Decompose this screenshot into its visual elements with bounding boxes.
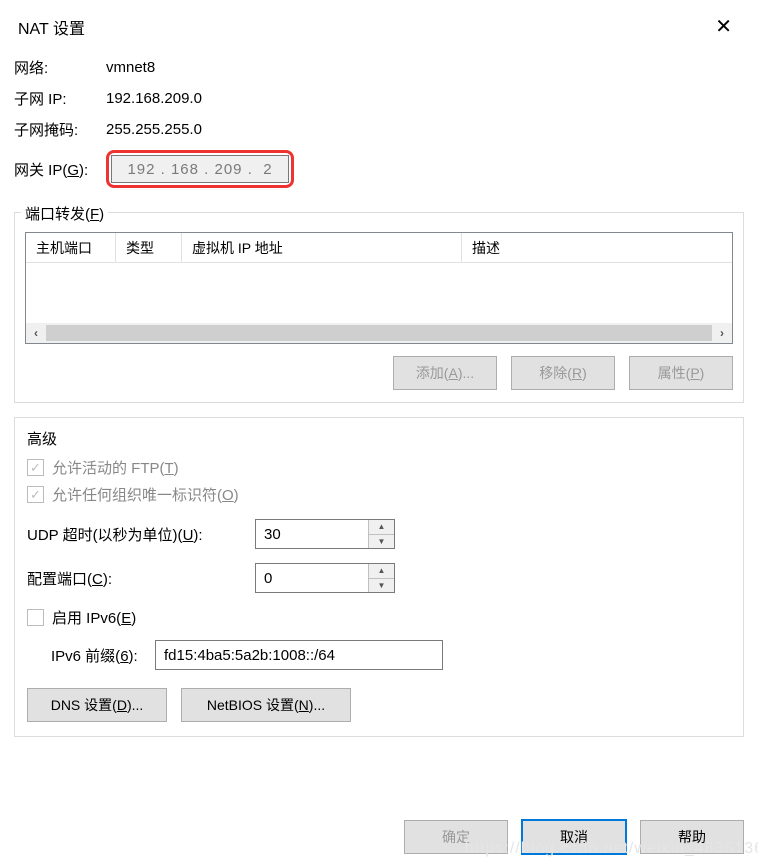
config-port-spinner[interactable]: ▲ ▼: [255, 563, 395, 593]
gateway-ip-input[interactable]: [111, 155, 289, 183]
checkbox-checked-icon[interactable]: ✓: [27, 459, 44, 476]
network-value: vmnet8: [106, 59, 155, 76]
udp-timeout-spinner[interactable]: ▲ ▼: [255, 519, 395, 549]
subnet-mask-value: 255.255.255.0: [106, 121, 202, 138]
spinner-up-icon[interactable]: ▲: [369, 564, 394, 579]
scroll-right-icon[interactable]: ›: [712, 323, 732, 343]
spinner-up-icon[interactable]: ▲: [369, 520, 394, 535]
scroll-track[interactable]: [46, 325, 712, 341]
properties-button[interactable]: 属性(P): [629, 356, 733, 390]
advanced-group: 高级 ✓ 允许活动的 FTP(T) ✓ 允许任何组织唯一标识符(O) UDP 超…: [14, 417, 744, 737]
gateway-highlight: [106, 150, 294, 188]
port-forward-table[interactable]: 主机端口 类型 虚拟机 IP 地址 描述 ‹ ›: [25, 232, 733, 344]
close-icon[interactable]: ✕: [707, 10, 740, 43]
gateway-ip-label: 网关 IP(G):: [14, 159, 106, 180]
enable-ipv6-row[interactable]: ✓ 启用 IPv6(E): [27, 607, 731, 628]
network-label: 网络:: [14, 57, 106, 78]
udp-timeout-input[interactable]: [256, 520, 368, 548]
spinner-down-icon[interactable]: ▼: [369, 535, 394, 549]
netbios-settings-button[interactable]: NetBIOS 设置(N)...: [181, 688, 351, 722]
cancel-button[interactable]: 取消: [522, 820, 626, 854]
port-forward-legend: 端口转发(F): [21, 203, 108, 224]
checkbox-checked-icon[interactable]: ✓: [27, 486, 44, 503]
dns-settings-button[interactable]: DNS 设置(D)...: [27, 688, 167, 722]
help-button[interactable]: 帮助: [640, 820, 744, 854]
udp-timeout-label: UDP 超时(以秒为单位)(U):: [27, 524, 255, 545]
port-forward-group: 端口转发(F) 主机端口 类型 虚拟机 IP 地址 描述 ‹ › 添加(A)..…: [14, 212, 744, 403]
scroll-left-icon[interactable]: ‹: [26, 323, 46, 343]
config-port-label: 配置端口(C):: [27, 568, 255, 589]
ipv6-prefix-input[interactable]: [155, 640, 443, 670]
subnet-ip-label: 子网 IP:: [14, 88, 106, 109]
col-host-port[interactable]: 主机端口: [26, 233, 116, 263]
ipv6-prefix-label: IPv6 前缀(6):: [51, 645, 155, 666]
col-description[interactable]: 描述: [462, 233, 732, 263]
col-type[interactable]: 类型: [116, 233, 182, 263]
subnet-ip-value: 192.168.209.0: [106, 90, 202, 107]
subnet-mask-label: 子网掩码:: [14, 119, 106, 140]
spinner-down-icon[interactable]: ▼: [369, 579, 394, 593]
table-body-empty: [26, 263, 732, 323]
remove-button[interactable]: 移除(R): [511, 356, 615, 390]
allow-any-oui-row[interactable]: ✓ 允许任何组织唯一标识符(O): [27, 484, 731, 505]
dialog-title: NAT 设置: [18, 15, 85, 39]
col-vm-ip[interactable]: 虚拟机 IP 地址: [182, 233, 462, 263]
allow-active-ftp-row[interactable]: ✓ 允许活动的 FTP(T): [27, 457, 731, 478]
advanced-title: 高级: [27, 428, 731, 449]
checkbox-unchecked-icon[interactable]: ✓: [27, 609, 44, 626]
config-port-input[interactable]: [256, 564, 368, 592]
network-info: 网络: vmnet8 子网 IP: 192.168.209.0 子网掩码: 25…: [0, 49, 758, 206]
add-button[interactable]: 添加(A)...: [393, 356, 497, 390]
horizontal-scrollbar[interactable]: ‹ ›: [26, 323, 732, 343]
ok-button[interactable]: 确定: [404, 820, 508, 854]
